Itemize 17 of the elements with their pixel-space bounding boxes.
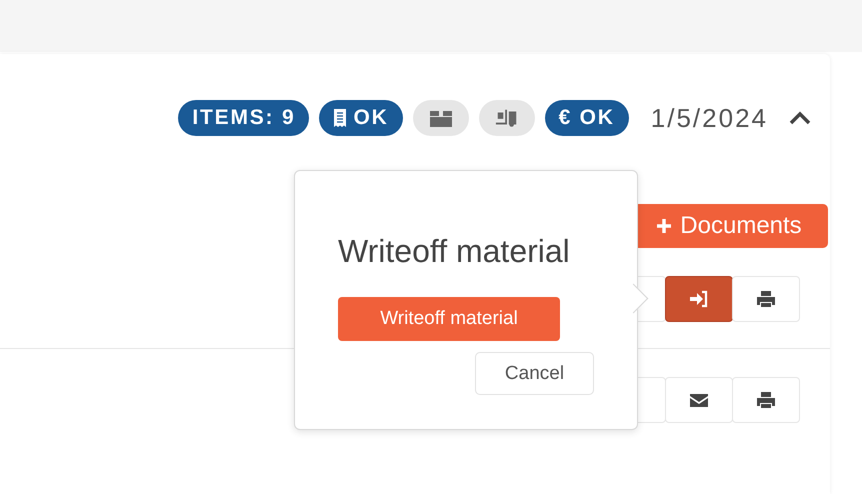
plus-icon [656,218,672,234]
status-badge: ITEMS: 9 [178,100,310,136]
status-badge: OK [319,100,403,136]
box-icon [428,108,453,128]
cancel-button[interactable]: Cancel [475,352,594,395]
chevron-icon[interactable] [788,110,812,126]
toolbar-button[interactable] [665,276,733,322]
status-badge: € OK [544,100,629,136]
envelope-icon [689,391,709,409]
sign-in-icon [689,290,709,308]
print-icon [756,391,776,409]
date-text: 1/5/2024 [650,102,768,134]
confirm-button[interactable]: Writeoff material [338,297,560,341]
popover-title: Writeoff material [338,232,571,271]
print-icon [756,290,776,308]
forklift-icon [494,108,519,128]
receipt-icon [333,108,348,128]
